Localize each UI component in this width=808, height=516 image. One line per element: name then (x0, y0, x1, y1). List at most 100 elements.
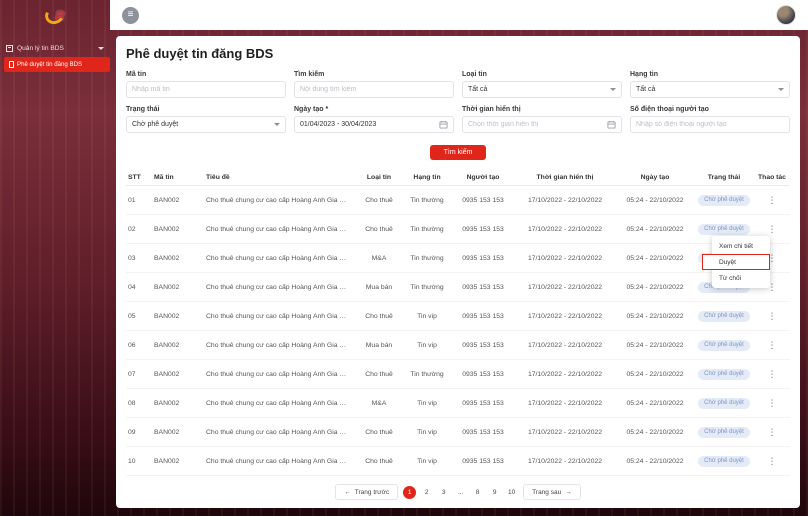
cell-ngay-tao: 05:24 - 22/10/2022 (626, 283, 684, 291)
table-row: 04 BAN002 Cho thuê chung cư cao cấp Hoàng … (126, 273, 790, 302)
chevron-down-icon (778, 88, 784, 91)
calendar-icon[interactable] (607, 120, 616, 129)
table-row: 09 BAN002 Cho thuê chung cư cao cấp Hoàng … (126, 418, 790, 447)
cell-loai-tin: Cho thuê (365, 428, 393, 436)
cell-ma-tin: BAN002 (154, 225, 180, 233)
cell-tieu-de: Cho thuê chung cư cao cấp Hoàng Anh Gia … (206, 399, 356, 407)
menu-toggle-button[interactable]: ≡ (122, 6, 139, 24)
cell-ma-tin: BAN002 (154, 312, 180, 320)
page-number[interactable]: 9 (488, 486, 501, 499)
arrow-left-icon: ← (344, 488, 351, 496)
column-header: Trạng thái (707, 174, 741, 181)
cell-trang-thai: Chờ phê duyệt (694, 397, 754, 409)
page-number[interactable]: 3 (437, 486, 450, 499)
column-header: STT (128, 174, 141, 181)
page-number[interactable]: 1 (403, 485, 417, 499)
cell-trang-thai: Chờ phê duyệt (694, 455, 754, 467)
filter-hang-tin: Hạng tin Tất cả (630, 71, 790, 98)
pagination: ← Trang trước 1 2 3... 8 9 10 Trang sau → (126, 484, 790, 500)
context-menu: Xem chi tiết Duyệt Từ chối (702, 236, 770, 288)
cell-ma-tin: BAN002 (154, 254, 180, 262)
cell-thoi-gian: 17/10/2022 - 22/10/2022 (527, 312, 603, 320)
cell-thao-tac: ⋮ (754, 340, 790, 350)
page-number[interactable]: 10 (505, 486, 518, 499)
row-actions-kebab-icon[interactable]: ⋮ (768, 398, 777, 408)
cell-thoi-gian: 17/10/2022 - 22/10/2022 (527, 225, 603, 233)
ngay-tao-daterange[interactable] (294, 116, 454, 133)
cell-hang-tin: Tin thường (410, 283, 444, 291)
ngay-tao-label: Ngày tạo * (294, 106, 329, 113)
cell-ma-tin: BAN002 (154, 196, 180, 204)
document-icon (9, 61, 14, 68)
cell-tieu-de: Cho thuê chung cư cao cấp Hoàng Anh Gia … (206, 370, 356, 378)
tim-kiem-input[interactable] (294, 81, 454, 98)
page-number[interactable]: 2 (420, 486, 433, 499)
building-icon (6, 45, 13, 52)
ngay-tao-input[interactable] (300, 121, 435, 128)
context-menu-item[interactable]: Xem chi tiết (712, 239, 770, 253)
filter-loai-tin: Loại tin Tất cả (462, 71, 622, 98)
cell-trang-thai: Chờ phê duyệt (694, 223, 754, 235)
listings-table: STT Mã tin Tiêu đề Loại tin Hạng tin Người tạ… (126, 170, 790, 476)
so-dien-thoai-input[interactable] (630, 116, 790, 133)
filter-ma-tin: Mã tin (126, 71, 286, 98)
column-header: Thời gian hiển thị (536, 174, 594, 181)
arrow-right-icon: → (565, 488, 572, 496)
row-actions-kebab-icon[interactable]: ⋮ (768, 456, 777, 466)
so-dien-thoai-label: Số điện thoại người tạo (630, 106, 709, 113)
context-menu-item[interactable]: Từ chối (712, 271, 770, 285)
status-badge: Chờ phê duyệt (698, 194, 750, 206)
table-row: 06 BAN002 Cho thuê chung cư cao cấp Hoàng … (126, 331, 790, 360)
cell-thao-tac: ⋮ (754, 456, 790, 466)
filter-thoi-gian-hien-thi: Thời gian hiển thị (462, 106, 622, 133)
sidebar: R Quản lý tin BDS Phê duyệt tin đăng BDS (0, 0, 110, 516)
cell-ma-tin: BAN002 (154, 370, 180, 378)
search-button-row: Tìm kiếm (126, 145, 790, 160)
column-header: Mã tin (154, 174, 174, 181)
trang-thai-value: Chờ phê duyệt (132, 121, 179, 128)
hang-tin-label: Hạng tin (630, 71, 658, 78)
row-actions-kebab-icon[interactable]: ⋮ (768, 369, 777, 379)
cell-loai-tin: Cho thuê (365, 370, 393, 378)
thoi-gian-hien-thi-input[interactable] (468, 121, 603, 128)
ma-tin-label: Mã tin (126, 71, 147, 78)
status-badge: Chờ phê duyệt (698, 223, 750, 235)
app-logo[interactable]: R (0, 0, 110, 30)
context-menu-item[interactable]: Duyệt (702, 254, 770, 270)
loai-tin-label: Loại tin (462, 71, 487, 78)
cell-thoi-gian: 17/10/2022 - 22/10/2022 (527, 283, 603, 291)
cell-trang-thai: Chờ phê duyệt (694, 339, 754, 351)
table-row: 01 BAN002 Cho thuê chung cư cao cấp Hoàng … (126, 186, 790, 215)
cell-tieu-de: Cho thuê chung cư cao cấp Hoàng Anh Gia … (206, 196, 356, 204)
cell-nguoi-tao: 0935 153 153 (462, 341, 504, 349)
sidebar-item-phe-duyet-tin-dang-bds[interactable]: Phê duyệt tin đăng BDS (4, 57, 110, 72)
loai-tin-select[interactable]: Tất cả (462, 81, 622, 98)
chevron-down-icon (610, 88, 616, 91)
row-actions-kebab-icon[interactable]: ⋮ (768, 195, 777, 205)
cell-thoi-gian: 17/10/2022 - 22/10/2022 (527, 196, 603, 204)
row-actions-kebab-icon[interactable]: ⋮ (768, 224, 777, 234)
row-actions-kebab-icon[interactable]: ⋮ (768, 340, 777, 350)
cell-loai-tin: Cho thuê (365, 225, 393, 233)
sidebar-item-quan-ly-tin-bds[interactable]: Quản lý tin BDS (6, 45, 104, 52)
cell-trang-thai: Chờ phê duyệt (694, 426, 754, 438)
calendar-icon[interactable] (439, 120, 448, 129)
trang-thai-select[interactable]: Chờ phê duyệt (126, 116, 286, 133)
ma-tin-input[interactable] (126, 81, 286, 98)
row-actions-kebab-icon[interactable]: ⋮ (768, 427, 777, 437)
cell-nguoi-tao: 0935 153 153 (462, 399, 504, 407)
row-actions-kebab-icon[interactable]: ⋮ (768, 311, 777, 321)
thoi-gian-hien-thi-daterange[interactable] (462, 116, 622, 133)
filter-ngay-tao: Ngày tạo * (294, 106, 454, 133)
next-page-button[interactable]: Trang sau → (523, 484, 581, 500)
cell-tieu-de: Cho thuê chung cư cao cấp Hoàng Anh Gia … (206, 341, 356, 349)
cell-stt: 10 (128, 457, 136, 465)
prev-page-button[interactable]: ← Trang trước (335, 484, 399, 500)
hang-tin-select[interactable]: Tất cả (630, 81, 790, 98)
table-row: 10 BAN002 Cho thuê chung cư cao cấp Hoàng … (126, 447, 790, 476)
cell-thao-tac: ⋮ (754, 369, 790, 379)
user-avatar[interactable] (776, 5, 796, 25)
cell-nguoi-tao: 0935 153 153 (462, 457, 504, 465)
page-number[interactable]: 8 (471, 486, 484, 499)
search-button[interactable]: Tìm kiếm (429, 145, 487, 160)
